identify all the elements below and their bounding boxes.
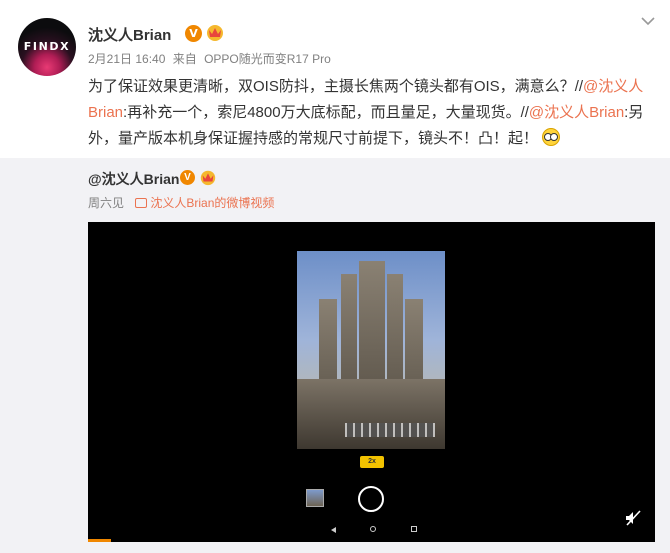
vip-crown-icon[interactable]	[199, 168, 217, 186]
repost-username[interactable]: @沈义人Brian	[88, 169, 179, 189]
post-timestamp[interactable]: 2月21日 16:40	[88, 52, 165, 66]
weibo-video-link[interactable]: 沈义人Brian的微博视频	[150, 196, 274, 210]
avatar[interactable]: FINDX	[18, 18, 76, 76]
verified-badge-icon: V	[180, 170, 195, 185]
zoom-indicator: 2x	[360, 456, 384, 468]
source-prefix: 来自	[172, 52, 197, 66]
mute-icon[interactable]	[624, 510, 642, 526]
video-frame-photo	[297, 251, 445, 449]
mention-link[interactable]: @沈义人Brian	[529, 104, 624, 121]
video-icon	[135, 198, 148, 208]
verified-badge-icon: V	[185, 25, 202, 42]
repost-time[interactable]: 周六见	[88, 196, 124, 210]
glasses-emoji-icon	[542, 128, 561, 146]
home-icon	[370, 526, 376, 532]
shutter-button-icon	[358, 486, 384, 512]
repost-separator: //	[520, 104, 529, 121]
vip-crown-icon[interactable]	[205, 22, 225, 42]
camera-mode-strip	[345, 423, 435, 437]
avatar-logo-text: FINDX	[23, 40, 71, 53]
chevron-down-icon[interactable]	[641, 16, 655, 26]
weibo-post: FINDX 沈义人Brian V 2月21日 16:40 来自 OPPO随光而变…	[0, 0, 670, 553]
content-part-2: :再补充一个，索尼4800万大底标配，而且量足，大量现货。	[123, 104, 521, 121]
repost-separator: //	[574, 78, 584, 95]
video-player[interactable]: 2x	[88, 222, 655, 542]
gallery-thumbnail	[306, 489, 324, 507]
post-username[interactable]: 沈义人Brian	[88, 24, 171, 45]
post-content: 为了保证效果更清晰，双OIS防抖，主摄长焦两个镜头都有OIS，满意么？//@沈义…	[88, 74, 654, 152]
source-device-link[interactable]: OPPO随光而变R17 Pro	[204, 52, 331, 66]
video-progress-bar[interactable]	[88, 539, 111, 542]
content-part-1: 为了保证效果更清晰，双OIS防抖，主摄长焦两个镜头都有OIS，满意么？	[88, 78, 575, 95]
repost-meta: 周六见 沈义人Brian的微博视频	[88, 194, 274, 211]
post-meta: 2月21日 16:40 来自 OPPO随光而变R17 Pro	[88, 50, 335, 67]
forwarded-post: @沈义人Brian V 周六见 沈义人Brian的微博视频 2x	[0, 158, 670, 553]
back-icon	[331, 527, 336, 533]
recents-icon	[411, 526, 417, 532]
